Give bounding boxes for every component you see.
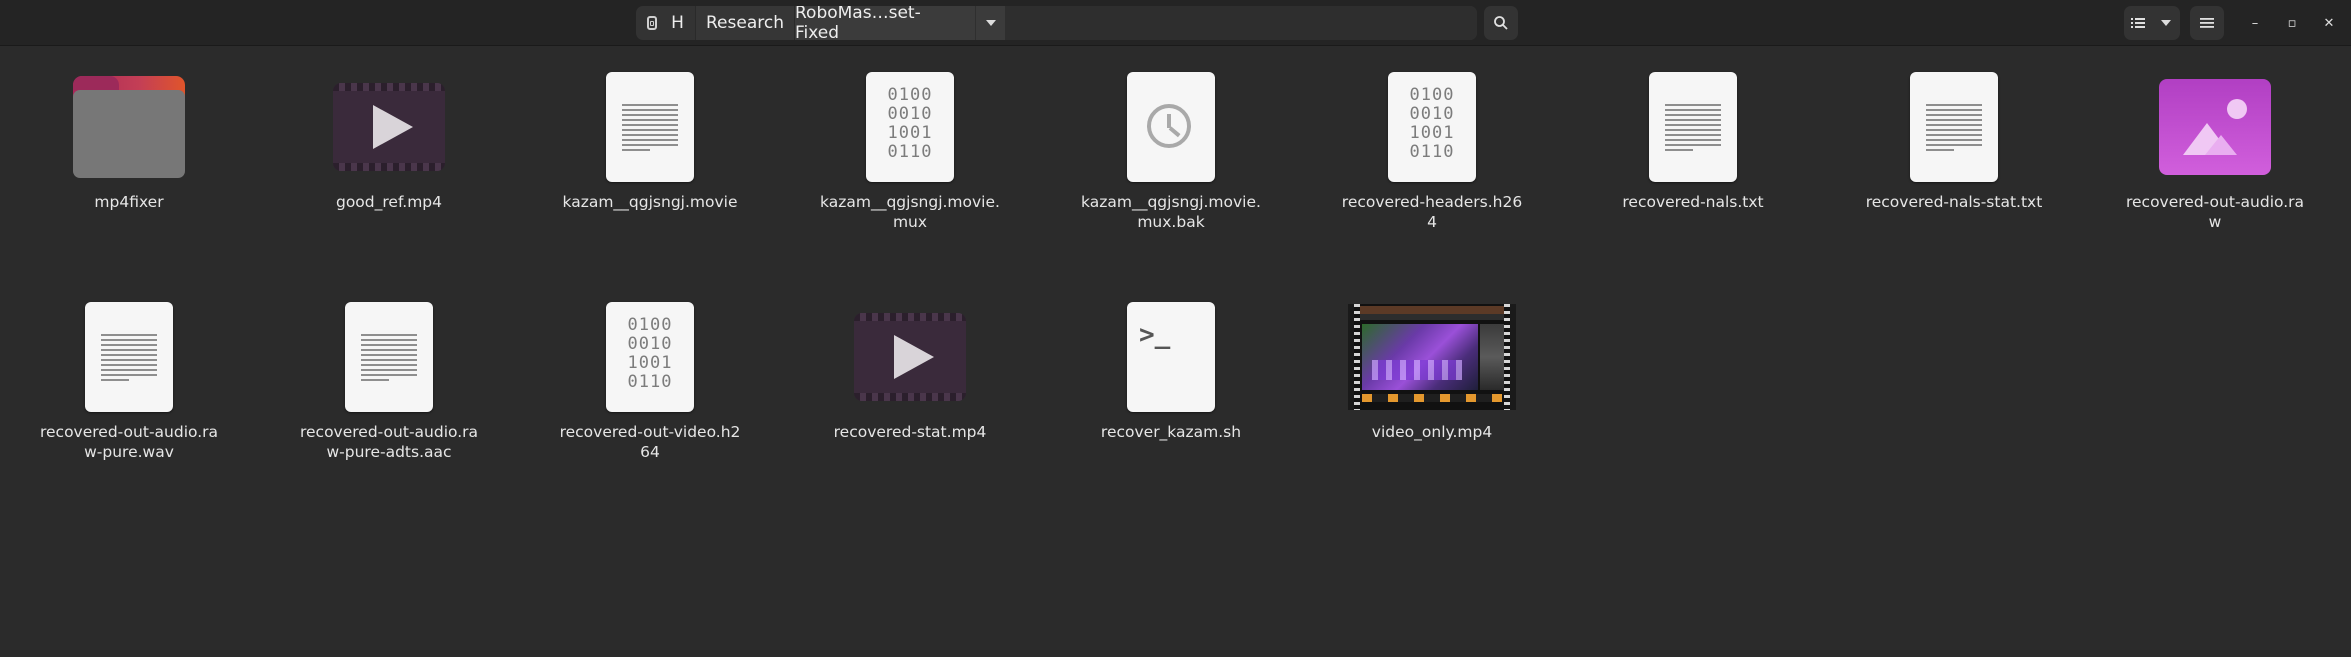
file-name: good_ref.mp4 (335, 193, 443, 211)
maximize-button[interactable]: ▫ (2279, 10, 2305, 36)
file-name: recovered-out-audio.raw-pure-adts.aac (299, 423, 479, 461)
list-view-icon (2131, 18, 2145, 28)
binary-glyph-line: 1001 (887, 123, 933, 143)
search-button[interactable] (1484, 6, 1518, 40)
file-item[interactable]: video_only.mp4 (1337, 296, 1527, 442)
view-toggle-button[interactable] (2124, 6, 2180, 40)
path-home-label: H (671, 13, 684, 33)
file-item[interactable]: kazam__qgjsngj.movie.mux.bak (1076, 66, 1266, 232)
image-file-icon (2159, 79, 2271, 175)
backup-file-icon (1127, 72, 1215, 182)
folder-icon (73, 76, 185, 178)
binary-file-icon: 0100 0010 1001 0110 (606, 302, 694, 412)
video-file-icon (333, 83, 445, 171)
path-segment-current[interactable]: RoboMas…set-Fixed (795, 6, 975, 40)
file-item[interactable]: recovered-stat.mp4 (815, 296, 1005, 442)
file-item[interactable]: mp4fixer (34, 66, 224, 212)
file-name: kazam__qgjsngj.movie.mux.bak (1081, 193, 1261, 231)
binary-glyph-line: 0110 (627, 372, 673, 392)
binary-file-icon: 0100 0010 1001 0110 (1388, 72, 1476, 182)
text-file-icon (1910, 72, 1998, 182)
terminal-prompt-glyph: >_ (1139, 320, 1171, 350)
binary-glyph-line: 1001 (1409, 123, 1455, 143)
file-item[interactable]: good_ref.mp4 (294, 66, 484, 212)
text-file-icon (85, 302, 173, 412)
list-view-button[interactable] (2124, 6, 2152, 40)
binary-glyph-line: 0110 (1409, 142, 1455, 162)
file-name: kazam__qgjsngj.movie (562, 193, 738, 211)
file-item[interactable]: 0100 0010 1001 0110 recovered-headers.h2… (1337, 66, 1527, 232)
path-bar-fill[interactable] (1005, 6, 1477, 40)
path-dropdown-button[interactable] (975, 6, 1005, 40)
file-name: kazam__qgjsngj.movie.mux (820, 193, 1000, 231)
path-segment-research-label: Research (706, 13, 784, 33)
path-bar: H Research RoboMas…set-Fixed (636, 6, 1477, 40)
text-file-icon (345, 302, 433, 412)
file-name: video_only.mp4 (1371, 423, 1493, 441)
file-item[interactable]: 0100 0010 1001 0110 recovered-out-video.… (555, 296, 745, 462)
file-name: recovered-nals-stat.txt (1865, 193, 2043, 211)
binary-glyph-line: 0010 (1409, 104, 1455, 124)
binary-file-icon: 0100 0010 1001 0110 (866, 72, 954, 182)
minimize-button[interactable]: – (2242, 10, 2268, 36)
chevron-down-icon (985, 20, 996, 26)
path-home-button[interactable]: H (636, 6, 696, 40)
close-button[interactable]: ✕ (2316, 10, 2342, 36)
text-file-icon (1649, 72, 1737, 182)
binary-glyph-line: 0010 (887, 104, 933, 124)
close-icon: ✕ (2323, 15, 2335, 31)
header-bar: H Research RoboMas…set-Fixed – ▫ ✕ (0, 0, 2351, 46)
file-name: recovered-nals.txt (1622, 193, 1764, 211)
file-item[interactable]: recovered-out-audio.raw-pure.wav (34, 296, 224, 462)
video-file-icon (854, 313, 966, 401)
chevron-down-icon (2161, 20, 2171, 26)
search-icon (1494, 16, 1508, 30)
file-name: mp4fixer (94, 193, 164, 211)
file-item[interactable]: recovered-out-audio.raw-pure-adts.aac (294, 296, 484, 462)
file-name: recovered-headers.h264 (1341, 193, 1523, 231)
file-item[interactable]: kazam__qgjsngj.movie (555, 66, 745, 212)
file-name: recovered-out-audio.raw-pure.wav (39, 423, 219, 461)
file-grid: mp4fixer good_ref.mp4 kazam__qgjsngj.mov… (0, 46, 2351, 657)
file-item[interactable]: recovered-out-audio.raw (2120, 66, 2310, 232)
binary-glyph-line: 1001 (627, 353, 673, 373)
maximize-icon: ▫ (2287, 15, 2297, 31)
binary-glyph-line: 0110 (887, 142, 933, 162)
file-name: recover_kazam.sh (1100, 423, 1242, 441)
path-segment-research[interactable]: Research (696, 6, 795, 40)
main-menu-button[interactable] (2190, 6, 2224, 40)
file-name: recovered-out-video.h264 (559, 423, 741, 461)
hamburger-menu-icon (2200, 18, 2214, 28)
drive-icon (647, 16, 658, 30)
video-thumbnail-icon (1348, 304, 1516, 410)
file-item[interactable]: 0100 0010 1001 0110 kazam__qgjsngj.movie… (815, 66, 1005, 232)
text-file-icon (606, 72, 694, 182)
file-name: recovered-out-audio.raw (2125, 193, 2305, 231)
binary-glyph-line: 0010 (627, 334, 673, 354)
binary-glyph-line: 0100 (627, 315, 673, 335)
file-item[interactable]: >_ recover_kazam.sh (1076, 296, 1266, 442)
file-item[interactable]: recovered-nals.txt (1598, 66, 1788, 212)
script-file-icon: >_ (1127, 302, 1215, 412)
view-options-dropdown[interactable] (2152, 6, 2180, 40)
file-name: recovered-stat.mp4 (833, 423, 987, 441)
file-item[interactable]: recovered-nals-stat.txt (1859, 66, 2049, 212)
binary-glyph-line: 0100 (1409, 85, 1455, 105)
minimize-icon: – (2251, 15, 2259, 31)
path-segment-current-label: RoboMas…set-Fixed (795, 6, 921, 40)
binary-glyph-line: 0100 (887, 85, 933, 105)
